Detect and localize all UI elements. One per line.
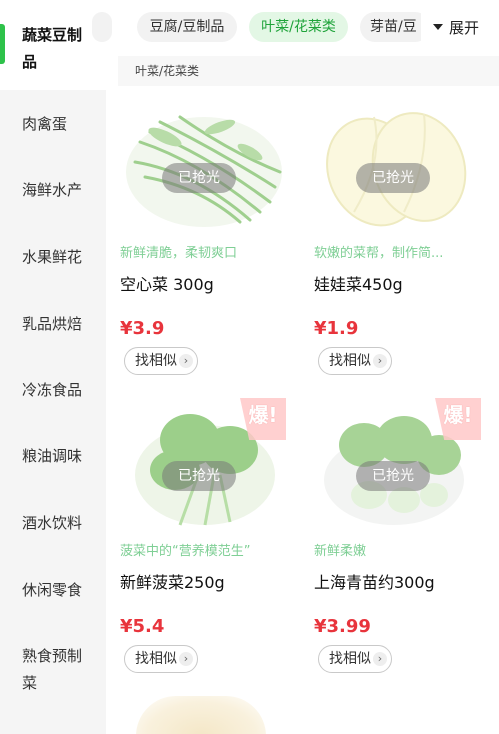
sidebar-item-meat[interactable]: 肉禽蛋 [0, 111, 106, 138]
tab-tofu[interactable]: 豆腐/豆制品 [137, 12, 237, 42]
chevron-right-icon: › [373, 652, 387, 666]
product-price: ¥1.9 [314, 318, 359, 339]
sold-out-badge: 已抢光 [356, 163, 430, 193]
product-price: ¥3.99 [314, 616, 371, 637]
tab-leafy-greens[interactable]: 叶菜/花菜类 [249, 12, 348, 42]
product-card[interactable]: 已抢光 软嫩的菜帮，制作简... 娃娃菜450g ¥1.9 找相似 › [314, 102, 494, 392]
chevron-right-icon: › [179, 354, 193, 368]
product-slogan: 软嫩的菜帮，制作简... [314, 246, 444, 261]
sidebar-item-drinks[interactable]: 酒水饮料 [0, 510, 106, 537]
sidebar-item-frozen[interactable]: 冷冻食品 [0, 377, 106, 404]
current-subcategory: 叶菜/花菜类 [118, 56, 499, 86]
product-card[interactable]: 爆! 已抢光 菠菜中的“营养模范生” 新鲜菠菜250g ¥5.4 找相似 › [120, 398, 300, 690]
product-price: ¥3.9 [120, 318, 165, 339]
product-card[interactable]: 爆! 已抢光 新鲜柔嫩 上海青苗约300g ¥3.99 找相似 › [314, 398, 494, 690]
sidebar-item-fruit[interactable]: 水果鲜花 [0, 244, 106, 271]
subcategory-tabs: 豆腐/豆制品 叶菜/花菜类 芽苗/豆 展开 [92, 0, 499, 56]
chevron-right-icon: › [179, 652, 193, 666]
sidebar-item-vegetables[interactable]: 蔬菜豆制 品 [0, 0, 106, 90]
next-product-image [136, 696, 266, 734]
find-similar-button[interactable]: 找相似 › [318, 347, 392, 375]
product-price: ¥5.4 [120, 616, 165, 637]
category-sidebar: 蔬菜豆制 品 肉禽蛋 海鲜水产 水果鲜花 乳品烘焙 冷冻食品 粮油调味 酒水饮料… [0, 0, 106, 734]
tab-sprouts[interactable]: 芽苗/豆 [360, 12, 430, 42]
find-similar-button[interactable]: 找相似 › [124, 645, 198, 673]
sold-out-badge: 已抢光 [162, 163, 236, 193]
find-similar-button[interactable]: 找相似 › [318, 645, 392, 673]
find-similar-button[interactable]: 找相似 › [124, 347, 198, 375]
sidebar-item-snacks[interactable]: 休闲零食 [0, 577, 106, 604]
sold-out-badge: 已抢光 [356, 461, 430, 491]
sidebar-item-grain-oil[interactable]: 粮油调味 [0, 443, 106, 470]
product-card[interactable]: 已抢光 新鲜清脆，柔韧爽口 空心菜 300g ¥3.9 找相似 › [120, 102, 300, 392]
product-name: 空心菜 300g [120, 275, 214, 294]
product-name: 娃娃菜450g [314, 275, 403, 294]
expand-button[interactable]: 展开 [421, 0, 499, 56]
product-name: 上海青苗约300g [314, 573, 435, 592]
product-name: 新鲜菠菜250g [120, 573, 225, 592]
sidebar-item-dairy[interactable]: 乳品烘焙 [0, 311, 106, 338]
sidebar-item-seafood[interactable]: 海鲜水产 [0, 177, 106, 204]
chevron-right-icon: › [373, 354, 387, 368]
app: 蔬菜豆制 品 肉禽蛋 海鲜水产 水果鲜花 乳品烘焙 冷冻食品 粮油调味 酒水饮料… [0, 0, 499, 734]
sold-out-badge: 已抢光 [162, 461, 236, 491]
triangle-down-icon [433, 23, 443, 30]
product-slogan: 菠菜中的“营养模范生” [120, 544, 251, 559]
product-slogan: 新鲜清脆，柔韧爽口 [120, 246, 238, 261]
sidebar-item-deli[interactable]: 熟食预制 菜 [0, 643, 106, 697]
product-slogan: 新鲜柔嫩 [314, 544, 367, 559]
